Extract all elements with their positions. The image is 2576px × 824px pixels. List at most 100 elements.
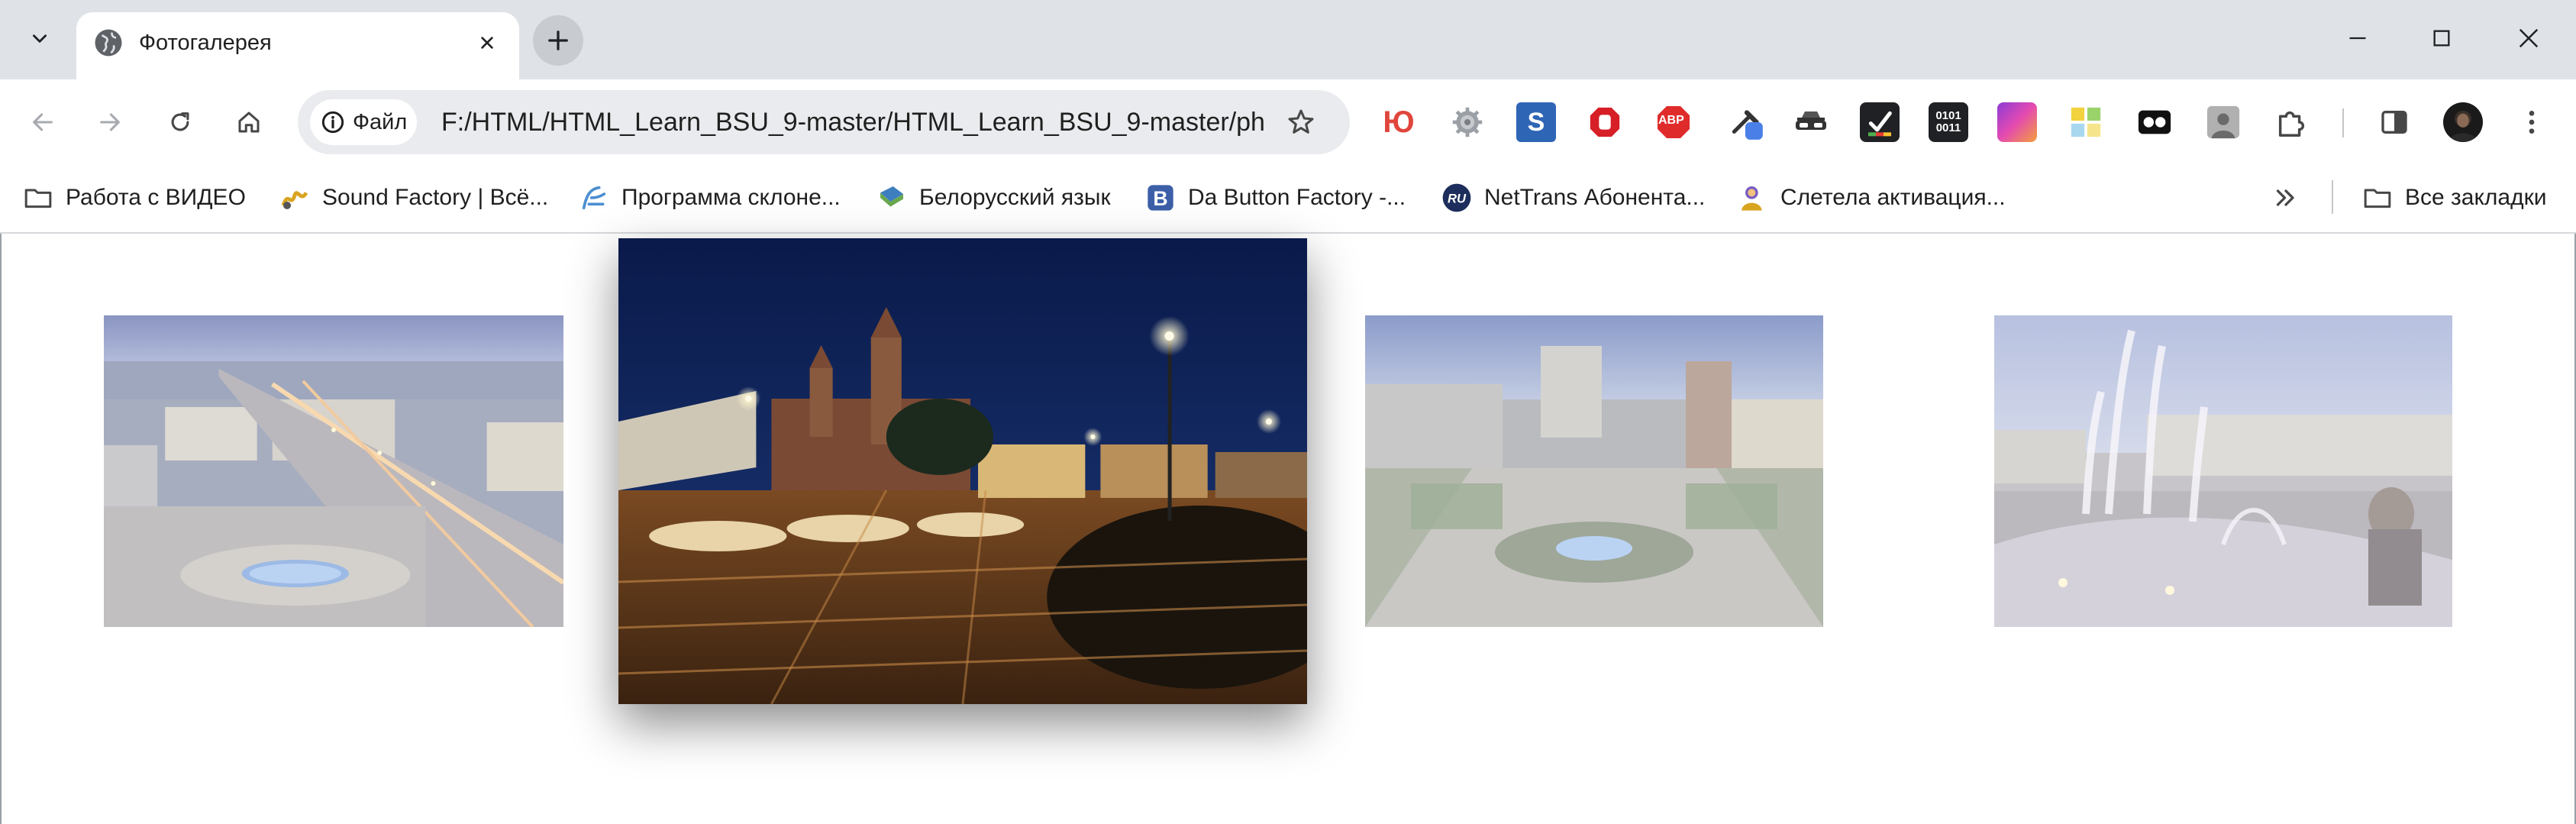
bookmark-label: NetTrans Абонента... <box>1484 185 1706 210</box>
mask-icon <box>1796 111 1826 130</box>
new-tab-button[interactable] <box>533 15 583 66</box>
sound-factory-icon <box>279 183 310 213</box>
profile-avatar[interactable] <box>2443 102 2483 142</box>
toolbar: Файл F:/HTML/HTML_Learn_BSU_9-master/HTM… <box>0 79 2576 165</box>
avatar-icon <box>2448 110 2478 142</box>
b-icon: B <box>1145 183 1176 213</box>
arrow-right-icon <box>100 113 120 131</box>
glasses-extension-icon[interactable] <box>2135 102 2174 142</box>
stop-hand-icon <box>1590 107 1620 137</box>
home-icon <box>238 111 260 133</box>
bookmark-declension[interactable]: Программа склоне... <box>579 179 841 217</box>
all-bookmarks-label: Все закладки <box>2405 185 2547 210</box>
fountain-image <box>1994 315 2452 627</box>
bookmark-nettrans[interactable]: RU NetTrans Абонента... <box>1441 179 1705 217</box>
svg-text:B: B <box>1153 187 1167 210</box>
reload-icon <box>171 112 189 131</box>
maximize-button[interactable] <box>2411 14 2472 63</box>
bookmarks-divider <box>2332 180 2333 214</box>
incognito-extension-icon[interactable] <box>1791 102 1831 142</box>
star-icon <box>1288 109 1314 134</box>
folder-icon <box>23 183 53 213</box>
extensions-puzzle-button[interactable] <box>2272 102 2312 142</box>
photo-independence-avenue[interactable] <box>104 315 563 627</box>
side-panel-button[interactable] <box>2374 102 2414 142</box>
eyedropper-extension-icon[interactable] <box>1727 102 1767 142</box>
puzzle-icon <box>2278 111 2305 137</box>
kebab-menu-icon <box>2529 111 2535 134</box>
toolbar-divider <box>2342 108 2344 137</box>
declension-icon <box>579 183 609 213</box>
site-info-chip[interactable]: Файл <box>310 99 417 145</box>
abp-extension-icon[interactable]: ABP <box>1654 102 1693 142</box>
gear-icon <box>1452 107 1483 137</box>
bookmarks-bar: Работа с ВИДЕО Sound Factory | Всё... Пр… <box>0 165 2576 234</box>
more-bookmarks-button[interactable] <box>2272 179 2300 217</box>
photo-fountain[interactable] <box>1994 315 2452 627</box>
minimize-button[interactable] <box>2327 14 2388 63</box>
yu-extension-icon[interactable]: Ю <box>1379 102 1419 142</box>
glasses-icon <box>2138 110 2171 134</box>
globe-icon <box>95 29 122 57</box>
person-icon <box>1738 183 1768 213</box>
bookmark-sound-factory[interactable]: Sound Factory | Всё... <box>279 179 548 217</box>
chevron-down-icon <box>33 34 47 43</box>
bookmark-video[interactable]: Работа с ВИДЕО <box>23 179 246 217</box>
all-bookmarks-button[interactable]: Все закладки <box>2362 179 2547 217</box>
forward-button[interactable] <box>84 96 136 148</box>
tiles-extension-icon[interactable] <box>2066 102 2106 142</box>
checkmark-icon <box>1868 111 1892 137</box>
close-icon <box>481 37 493 49</box>
city-avenue-image <box>104 315 563 627</box>
close-icon <box>2519 28 2539 48</box>
address-bar[interactable]: Файл F:/HTML/HTML_Learn_BSU_9-master/HTM… <box>298 90 1350 154</box>
tab-strip: Фотогалерея <box>0 0 2576 79</box>
double-chevron-right-icon <box>2276 189 2294 206</box>
binary-extension-icon[interactable]: 0101 0011 <box>1929 102 1968 142</box>
bookmark-label: Sound Factory | Всё... <box>322 185 549 210</box>
maximize-icon <box>2433 30 2450 47</box>
browser-window: Фотогалерея Файл F:/HTML/HTML_Learn_BSU_… <box>0 0 2576 824</box>
settings-extension-icon[interactable] <box>1448 102 1487 142</box>
arrow-left-icon <box>33 113 53 131</box>
bookmark-belarusian[interactable]: Белорусский язык <box>876 179 1111 217</box>
home-button[interactable] <box>223 96 275 148</box>
night-square-image <box>618 238 1307 704</box>
checklist-extension-icon[interactable] <box>1860 102 1900 142</box>
info-icon <box>321 111 344 134</box>
side-panel-icon <box>2381 111 2407 134</box>
plus-icon <box>548 31 568 50</box>
back-button[interactable] <box>17 96 69 148</box>
bookmark-label: Белорусский язык <box>919 185 1111 210</box>
menu-button[interactable] <box>2512 102 2552 142</box>
folder-icon <box>2362 183 2393 213</box>
profile-photo-extension-icon[interactable] <box>2203 102 2243 142</box>
reload-button[interactable] <box>154 96 206 148</box>
bookmark-star-button[interactable] <box>1281 102 1321 142</box>
bookmark-label: Работа с ВИДЕО <box>66 185 246 210</box>
s-extension-icon[interactable]: S <box>1516 102 1556 142</box>
active-tab[interactable]: Фотогалерея <box>76 12 519 79</box>
photo-independence-square-night[interactable] <box>618 238 1307 704</box>
tab-title: Фотогалерея <box>139 31 272 55</box>
minimize-icon <box>2349 37 2366 40</box>
page-content <box>0 234 2576 824</box>
eyedropper-icon <box>1732 110 1763 140</box>
bookmark-button-factory[interactable]: B Da Button Factory -... <box>1145 179 1406 217</box>
svg-text:RU: RU <box>1448 192 1467 206</box>
photo-square-dusk[interactable] <box>1365 315 1823 627</box>
gradient-extension-icon[interactable] <box>1997 102 2037 142</box>
bookmark-label: Da Button Factory -... <box>1188 185 1406 210</box>
book-icon <box>876 183 907 213</box>
tab-search-button[interactable] <box>15 14 64 63</box>
bookmark-activation[interactable]: Слетела активация... <box>1738 179 2006 217</box>
window-close-button[interactable] <box>2498 14 2559 63</box>
stop-extension-icon[interactable] <box>1585 102 1625 142</box>
bookmark-label: Программа склоне... <box>621 185 841 210</box>
bookmark-label: Слетела активация... <box>1780 185 2006 210</box>
ru-icon: RU <box>1441 183 1472 213</box>
close-tab-button[interactable] <box>470 26 504 60</box>
square-dusk-image <box>1365 315 1823 627</box>
url-text[interactable]: F:/HTML/HTML_Learn_BSU_9-master/HTML_Lea… <box>441 107 1266 137</box>
site-info-label: Файл <box>353 110 408 134</box>
